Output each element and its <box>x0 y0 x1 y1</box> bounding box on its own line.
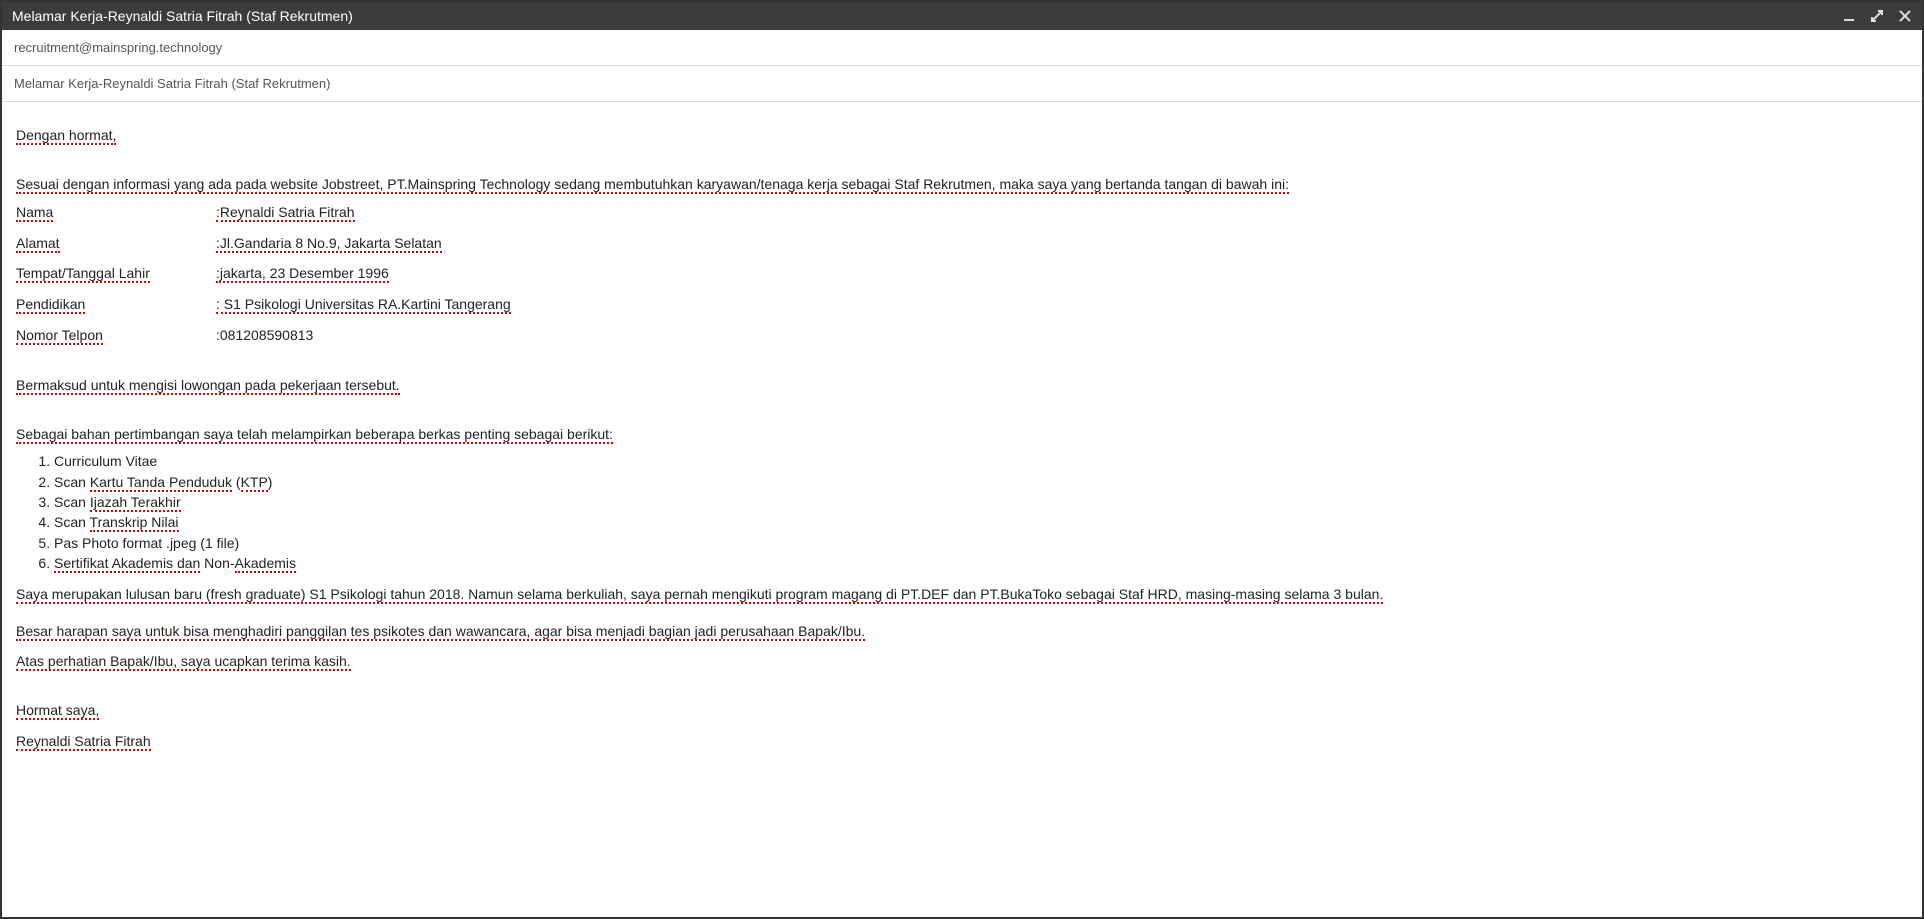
hope-paragraph: Besar harapan saya untuk bisa menghadiri… <box>16 618 1908 645</box>
table-row: Alamat :Jl.Gandaria 8 No.9, Jakarta Sela… <box>16 228 511 259</box>
email-body[interactable]: Dengan hormat, Sesuai dengan informasi y… <box>2 102 1922 770</box>
window-titlebar: Melamar Kerja-Reynaldi Satria Fitrah (St… <box>2 2 1922 30</box>
closing-line: Hormat saya, <box>16 697 1908 724</box>
to-field[interactable]: recruitment@mainspring.technology <box>2 30 1922 66</box>
greeting-line: Dengan hormat, <box>16 122 1908 149</box>
close-icon[interactable] <box>1898 9 1912 23</box>
intent-line: Bermaksud untuk mengisi lowongan pada pe… <box>16 372 1908 399</box>
table-row: Nama :Reynaldi Satria Fitrah <box>16 197 511 228</box>
minimize-icon[interactable] <box>1842 9 1856 23</box>
applicant-info-table: Nama :Reynaldi Satria Fitrah Alamat :Jl.… <box>16 197 511 350</box>
thanks-line: Atas perhatian Bapak/Ibu, saya ucapkan t… <box>16 648 1908 675</box>
table-row: Tempat/Tanggal Lahir :jakarta, 23 Desemb… <box>16 258 511 289</box>
attachments-intro: Sebagai bahan pertimbangan saya telah me… <box>16 421 1908 448</box>
intro-paragraph: Sesuai dengan informasi yang ada pada we… <box>16 171 1908 198</box>
list-item: Scan Ijazah Terakhir <box>54 492 1908 512</box>
experience-paragraph: Saya merupakan lulusan baru (fresh gradu… <box>16 581 1908 608</box>
subject-field[interactable]: Melamar Kerja-Reynaldi Satria Fitrah (St… <box>2 66 1922 102</box>
list-item: Scan Transkrip Nilai <box>54 512 1908 532</box>
window-title: Melamar Kerja-Reynaldi Satria Fitrah (St… <box>12 8 353 24</box>
window-controls <box>1842 9 1912 23</box>
list-item: Scan Kartu Tanda Penduduk (KTP) <box>54 472 1908 492</box>
list-item: Pas Photo format .jpeg (1 file) <box>54 533 1908 553</box>
table-row: Pendidikan : S1 Psikologi Universitas RA… <box>16 289 511 320</box>
attachments-list: Curriculum Vitae Scan Kartu Tanda Pendud… <box>54 451 1908 573</box>
list-item: Curriculum Vitae <box>54 451 1908 471</box>
signature-line: Reynaldi Satria Fitrah <box>16 728 1908 755</box>
list-item: Sertifikat Akademis dan Non-Akademis <box>54 553 1908 573</box>
table-row: Nomor Telpon :081208590813 <box>16 320 511 351</box>
restore-icon[interactable] <box>1870 9 1884 23</box>
